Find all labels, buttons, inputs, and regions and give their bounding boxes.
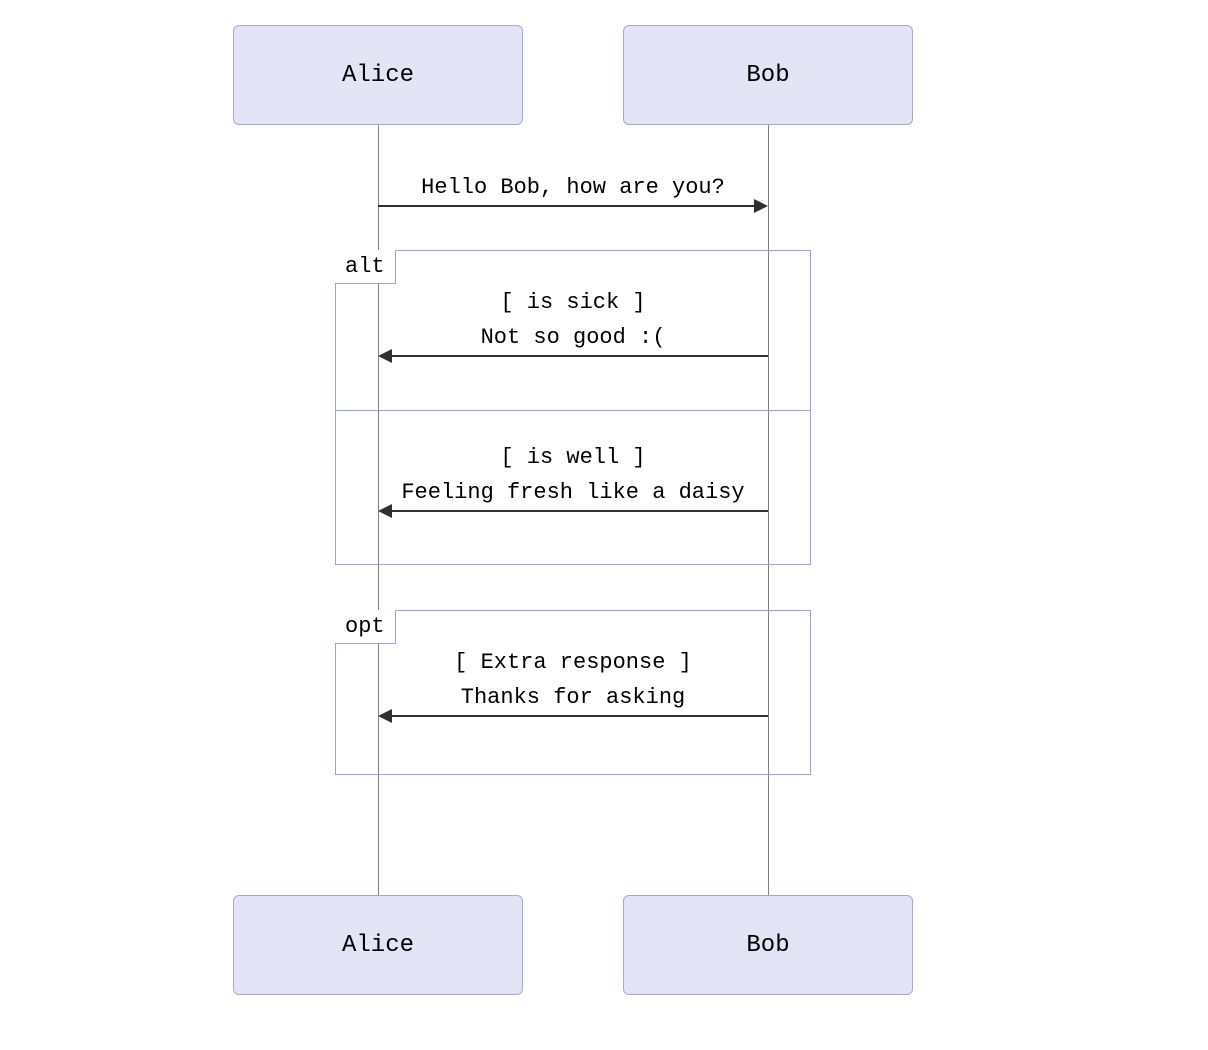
arrow-head-hello xyxy=(754,199,768,213)
actor-label: Alice xyxy=(342,932,414,959)
arrow-head-thanks xyxy=(378,709,392,723)
guard-is-sick: [ is sick ] xyxy=(378,290,768,315)
message-feeling-fresh: Feeling fresh like a daisy xyxy=(348,480,798,505)
arrow-not-so-good xyxy=(392,355,768,357)
arrow-thanks xyxy=(392,715,768,717)
arrow-hello xyxy=(378,205,756,207)
fragment-alt-divider xyxy=(335,410,811,411)
actor-label: Bob xyxy=(746,932,789,959)
arrow-head-feeling-fresh xyxy=(378,504,392,518)
actor-alice-bottom: Alice xyxy=(233,895,523,995)
arrow-feeling-fresh xyxy=(392,510,768,512)
actor-label: Bob xyxy=(746,62,789,89)
message-not-so-good: Not so good :( xyxy=(378,325,768,350)
actor-label: Alice xyxy=(342,62,414,89)
message-hello: Hello Bob, how are you? xyxy=(378,175,768,200)
actor-alice-top: Alice xyxy=(233,25,523,125)
guard-extra-response: [ Extra response ] xyxy=(378,650,768,675)
fragment-opt-label: opt xyxy=(335,610,396,644)
message-thanks: Thanks for asking xyxy=(378,685,768,710)
arrow-head-not-so-good xyxy=(378,349,392,363)
fragment-alt-label: alt xyxy=(335,250,396,284)
actor-bob-bottom: Bob xyxy=(623,895,913,995)
guard-is-well: [ is well ] xyxy=(378,445,768,470)
actor-bob-top: Bob xyxy=(623,25,913,125)
